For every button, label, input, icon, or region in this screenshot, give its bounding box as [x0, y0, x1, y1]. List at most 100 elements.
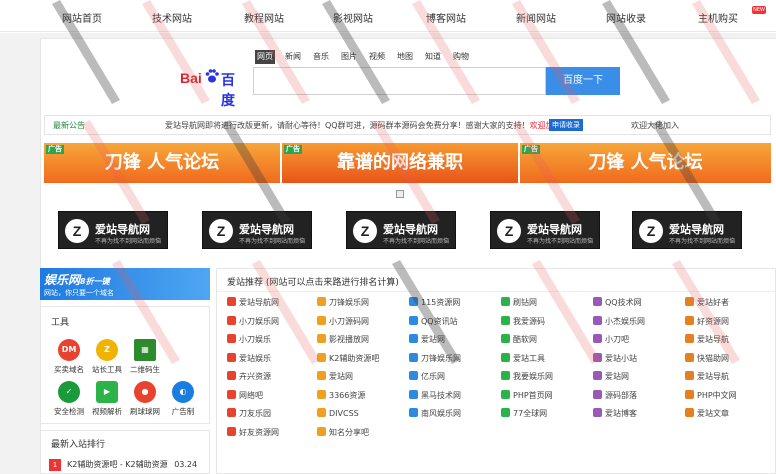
recommend-site-link[interactable]: 亿乐网	[409, 371, 445, 385]
site-favicon-icon	[227, 408, 236, 417]
recommend-site-link[interactable]: 知名分享吧	[317, 426, 369, 441]
site-name: 爱站导航网	[239, 298, 279, 307]
nav-movies[interactable]: 影视网站	[333, 10, 373, 25]
recommend-site-link[interactable]: 我爱源码	[501, 315, 545, 330]
recommend-site-link[interactable]: 南风娱乐网	[409, 408, 461, 422]
site-name: 小杰娱乐网	[605, 316, 645, 326]
recommend-site-link[interactable]: 源码部落	[593, 389, 637, 404]
tool-qrcode[interactable]: ▦ 二维码生	[125, 339, 165, 379]
recommend-site-link[interactable]: 好友资源网	[227, 426, 279, 441]
recommend-site-link[interactable]: 刀锋娱乐网	[409, 352, 461, 367]
recommend-site-link[interactable]: 爱站小站	[593, 352, 637, 367]
recommend-site-link[interactable]: 爱站网	[409, 334, 445, 348]
tool-video[interactable]: ▶ 视频解析	[87, 381, 127, 421]
z-logo-icon: Z	[639, 219, 663, 243]
tool-ball[interactable]: ● 刷球球网	[125, 381, 165, 421]
recommend-site-link[interactable]: 爱站网	[593, 371, 629, 385]
logo-tile-2[interactable]: Z 爱站导航网 不再为找不到网站而烦恼	[202, 211, 312, 249]
recommend-site-link[interactable]: 爱站博客	[593, 408, 637, 422]
search-tab-images[interactable]: 图片	[339, 50, 359, 64]
tile-sub: 不再为找不到网站而烦恼	[239, 238, 306, 245]
ad-tag: 广告	[284, 145, 302, 154]
banner-ad-3[interactable]: 广告 刀锋 人气论坛	[520, 143, 771, 183]
tool-security[interactable]: ✓ 安全检测	[49, 381, 89, 421]
recommend-site-link[interactable]: 3366资源	[317, 389, 365, 404]
recommend-site-link[interactable]: 卉兴资源	[227, 371, 271, 385]
recommend-site-link[interactable]: 爱站娱乐	[227, 352, 271, 367]
recommend-site-link[interactable]: 爱站导航网	[227, 297, 279, 311]
z-logo-icon: Z	[65, 219, 89, 243]
recommend-site-link[interactable]: 小刀娱乐	[227, 334, 271, 348]
nav-submit[interactable]: 网站收录	[606, 10, 646, 25]
recommend-site-link[interactable]: PHP首页网	[501, 389, 553, 404]
recommend-site-link[interactable]: 爱站文章	[685, 408, 729, 422]
banner-ad-1[interactable]: 广告 刀锋 人气论坛	[44, 143, 280, 183]
rank-row[interactable]: 1 K2辅助资源吧 - K2辅助资源 03.24	[49, 459, 209, 471]
nav-home[interactable]: 网站首页	[62, 10, 102, 25]
search-button[interactable]: 百度一下	[546, 67, 620, 95]
logo-tile-3[interactable]: Z 爱站导航网 不再为找不到网站而烦恼	[346, 211, 456, 249]
recommend-site-link[interactable]: 刷钻网	[501, 297, 537, 311]
tool-label: 刷球球网	[130, 407, 160, 416]
site-favicon-icon	[317, 297, 326, 306]
site-favicon-icon	[227, 334, 236, 343]
tool-domain[interactable]: DM 买卖域名	[49, 339, 89, 379]
recommend-site-link[interactable]: 网络吧	[227, 389, 263, 404]
notice-badge[interactable]: 申请收录	[549, 119, 583, 131]
recommend-site-link[interactable]: QQ技术网	[593, 297, 642, 311]
search-tab-zhidao[interactable]: 知道	[423, 50, 443, 64]
logo-tile-4[interactable]: Z 爱站导航网 不再为找不到网站而烦恼	[490, 211, 600, 249]
recommend-site-link[interactable]: K2辅助资源吧	[317, 352, 379, 367]
recommend-site-link[interactable]: 爱站导航	[685, 334, 729, 348]
nav-tutorial[interactable]: 教程网站	[244, 10, 284, 25]
tool-webmaster[interactable]: Z 站长工具	[87, 339, 127, 379]
paw-icon	[205, 69, 219, 83]
recommend-site-link[interactable]: 爱站好者	[685, 297, 729, 311]
recommend-panel: 爱站推荐 (网站可以点击来路进行排名计算) 爱站导航网 刀锋娱乐网 115资源网 刷钻…	[216, 268, 776, 474]
left-ad-banner[interactable]: 娱乐网8折一键 网站，你只要一个域名	[40, 268, 210, 300]
site-name: 爱站导航	[697, 335, 729, 344]
search-tab-music[interactable]: 音乐	[311, 50, 331, 64]
recommend-site-link[interactable]: 黑马技术网	[409, 389, 461, 404]
tool-ad[interactable]: ◐ 广告制	[163, 381, 203, 421]
recommend-site-link[interactable]: 好资源网	[685, 315, 729, 330]
recommend-site-link[interactable]: 快猫助网	[685, 352, 729, 367]
notice-text-2: QQ群可进，源码群本源码会免费分享！感谢大家的支持！	[325, 121, 530, 130]
logo-tile-1[interactable]: Z 爱站导航网 不再为找不到网站而烦恼	[58, 211, 168, 249]
recommend-site-link[interactable]: 刀友乐园	[227, 408, 271, 422]
recommend-site-link[interactable]: 115资源网	[409, 297, 460, 311]
recommend-site-link[interactable]: 小刀娱乐网	[227, 315, 279, 330]
site-name: 知名分享吧	[329, 427, 369, 437]
recommend-site-link[interactable]: 小刀源码网	[317, 315, 369, 330]
recommend-site-link[interactable]: 小刀吧	[593, 334, 629, 348]
tile-name: 爱站导航网	[239, 223, 294, 236]
recommend-site-link[interactable]: 爱站导航	[685, 371, 729, 385]
search-tab-video[interactable]: 视频	[367, 50, 387, 64]
banner-ad-2[interactable]: 广告 靠谱的网络兼职	[282, 143, 518, 183]
nav-hosting[interactable]: 主机购买	[698, 10, 738, 25]
recommend-site-link[interactable]: 爱站网	[317, 371, 353, 385]
recommend-site-link[interactable]: 77全球网	[501, 408, 547, 422]
recommend-site-link[interactable]: 刀锋娱乐网	[317, 297, 369, 311]
site-favicon-icon	[227, 426, 236, 436]
site-favicon-icon	[409, 408, 418, 417]
recommend-site-link[interactable]: 影视播放网	[317, 334, 369, 348]
search-input[interactable]	[253, 67, 546, 95]
search-tab-news[interactable]: 新闻	[283, 50, 303, 64]
recommend-site-link[interactable]: 小杰娱乐网	[593, 315, 645, 330]
search-tab-map[interactable]: 地图	[395, 50, 415, 64]
recommend-site-link[interactable]: DIVCSS	[317, 408, 359, 422]
nav-tech[interactable]: 技术网站	[152, 10, 192, 25]
recommend-site-link[interactable]: 爱站工具	[501, 352, 545, 367]
nav-news[interactable]: 新闻网站	[516, 10, 556, 25]
recommend-site-link[interactable]: PHP中文网	[685, 389, 737, 404]
recommend-site-link[interactable]: 我要娱乐网	[501, 371, 553, 385]
nav-blog[interactable]: 博客网站	[426, 10, 466, 25]
site-favicon-icon	[317, 371, 326, 380]
search-tab-web[interactable]: 网页	[255, 50, 275, 64]
search-tab-shopping[interactable]: 购物	[451, 50, 471, 64]
logo-tile-5[interactable]: Z 爱站导航网 不再为找不到网站而烦恼	[632, 211, 742, 249]
recommend-site-link[interactable]: 酷软网	[501, 334, 537, 348]
site-favicon-icon	[501, 297, 510, 306]
recommend-site-link[interactable]: QQ资讯站	[409, 315, 458, 330]
